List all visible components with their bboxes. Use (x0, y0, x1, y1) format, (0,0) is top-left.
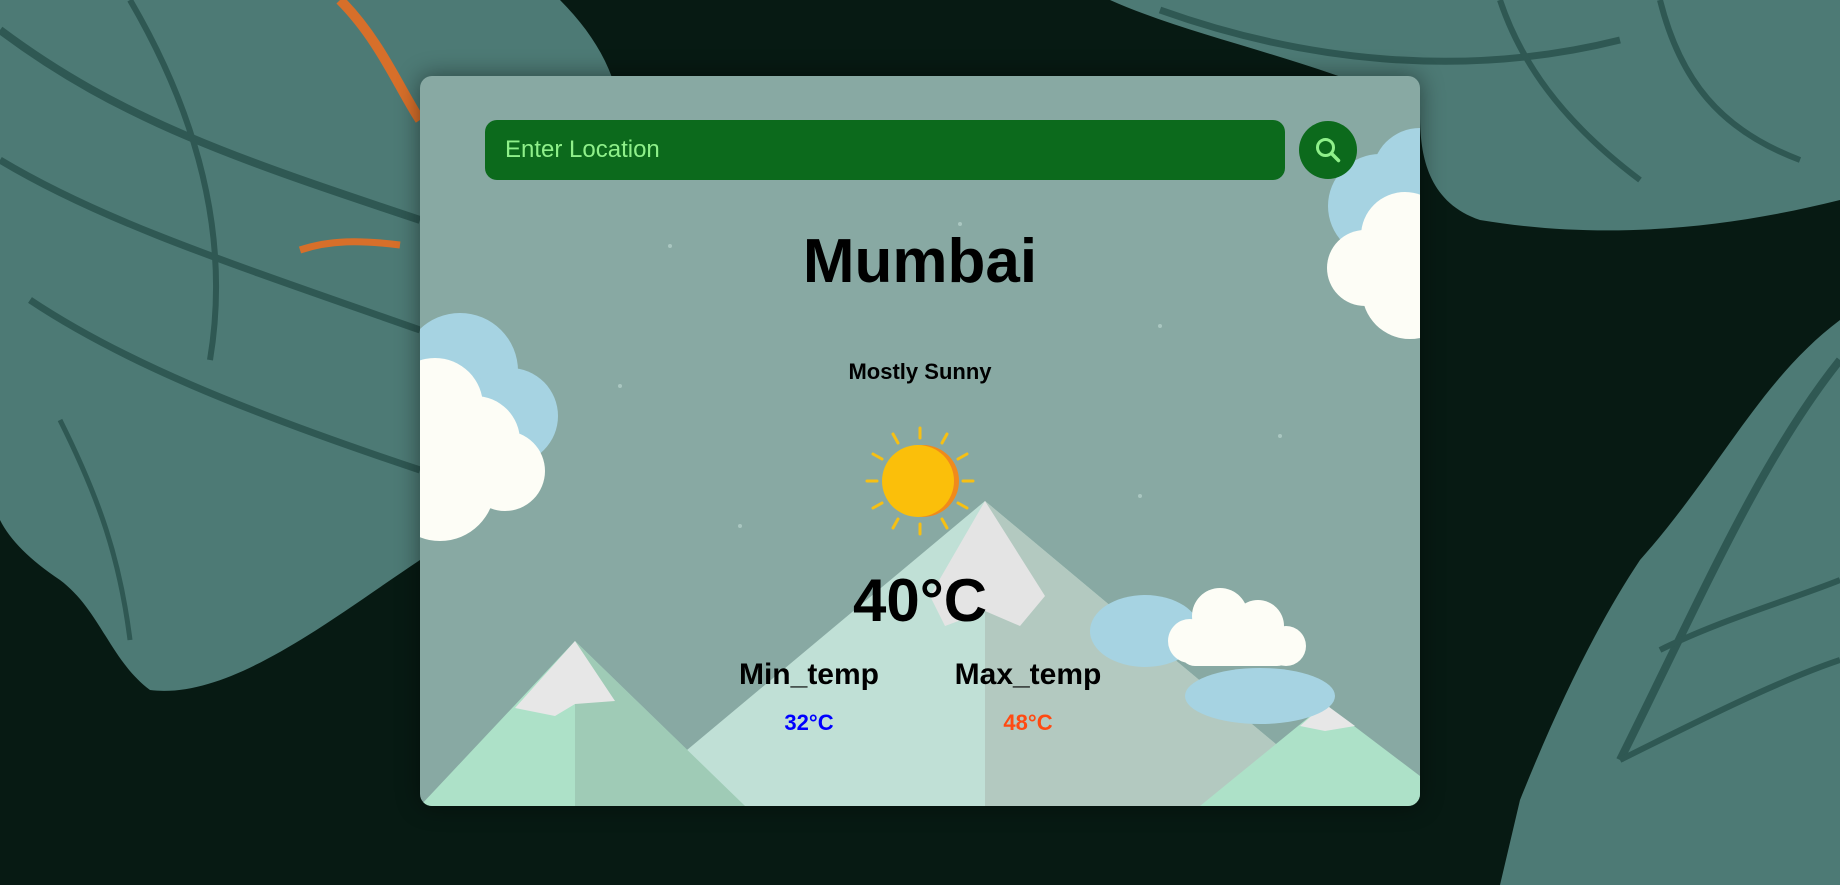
search-button[interactable] (1299, 121, 1357, 179)
min-temp-block: Min_temp 32°C (719, 658, 899, 736)
weather-condition: Mostly Sunny (848, 359, 992, 384)
max-temp-value: 48°C (1003, 710, 1053, 735)
min-temp-label: Min_temp (738, 658, 879, 691)
location-input[interactable] (485, 120, 1285, 180)
weather-card: Mumbai Mostly Sunny 40°C Min_temp 32°C M… (420, 76, 1420, 806)
search-bar (485, 120, 1357, 180)
city-name: Mumbai (802, 227, 1038, 296)
max-temp-label: Max_temp (954, 658, 1102, 691)
min-temp-value: 32°C (784, 710, 834, 735)
max-temp-block: Max_temp 48°C (938, 658, 1118, 736)
current-temperature: 40°C (852, 567, 988, 634)
search-icon (1316, 138, 1341, 163)
sun-icon (865, 426, 975, 536)
